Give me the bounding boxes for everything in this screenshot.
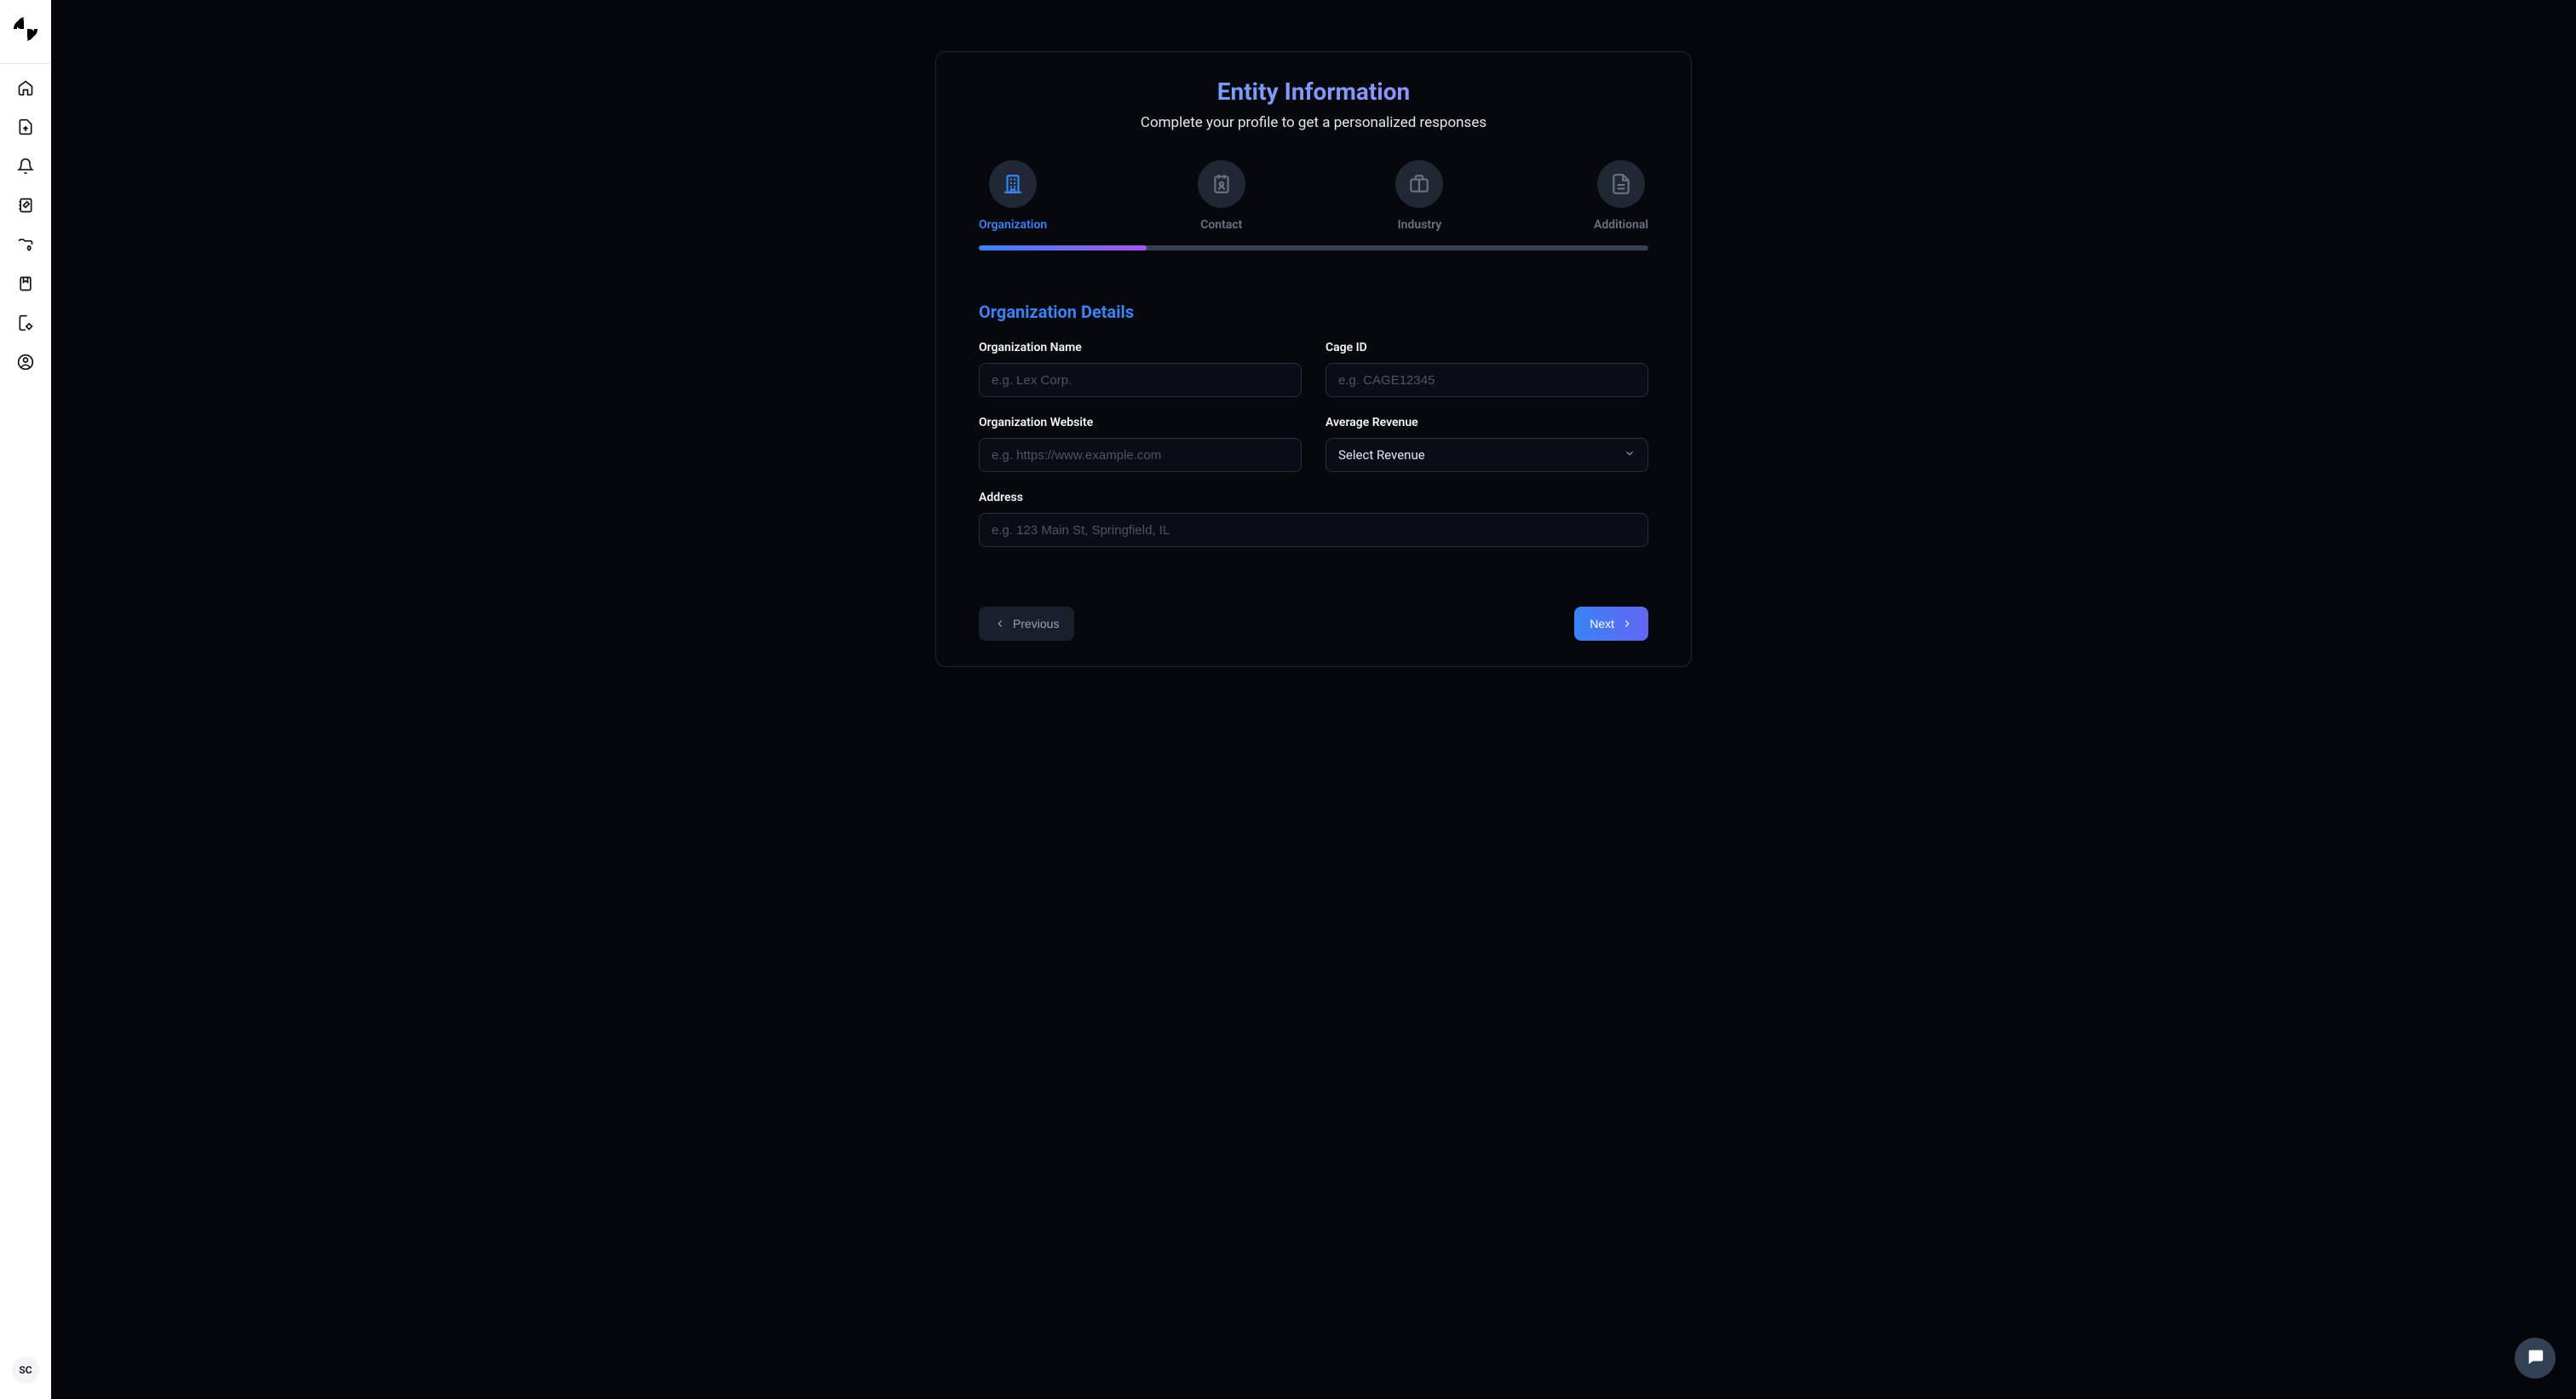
step-label: Industry [1398, 218, 1442, 232]
cage-id-label: Cage ID [1325, 341, 1648, 354]
avatar[interactable]: SC [12, 1356, 39, 1384]
home-icon[interactable] [17, 79, 34, 96]
file-gear-icon[interactable] [17, 314, 34, 331]
briefcase-icon [1395, 160, 1443, 208]
form-card: Entity Information Complete your profile… [935, 51, 1692, 667]
address-label: Address [979, 491, 1648, 504]
website-label: Organization Website [979, 416, 1302, 429]
org-name-input[interactable] [979, 363, 1302, 397]
building-icon [989, 160, 1037, 208]
next-label: Next [1590, 617, 1614, 630]
stepper: Organization Contact Industry Additional [979, 160, 1648, 232]
bell-icon[interactable] [17, 158, 34, 175]
revenue-label: Average Revenue [1325, 416, 1648, 429]
step-organization[interactable]: Organization [979, 160, 1047, 232]
chevron-left-icon [994, 618, 1006, 630]
sidebar-divider [0, 63, 51, 64]
sidebar-nav [17, 79, 34, 371]
progress-bar [979, 245, 1648, 250]
notebook-icon[interactable] [17, 197, 34, 214]
step-label: Contact [1200, 218, 1242, 232]
page-title: Entity Information [979, 78, 1648, 106]
revenue-selected: Select Revenue [1338, 447, 1425, 463]
revenue-select[interactable]: Select Revenue [1325, 438, 1648, 472]
address-input[interactable] [979, 513, 1648, 547]
sidebar: SC [0, 0, 51, 1399]
logo-icon [12, 15, 39, 43]
chevron-right-icon [1621, 618, 1633, 630]
progress-fill [979, 245, 1147, 250]
step-industry[interactable]: Industry [1395, 160, 1443, 232]
section-title: Organization Details [979, 302, 1648, 322]
org-name-label: Organization Name [979, 341, 1302, 354]
file-upload-icon[interactable] [17, 118, 34, 135]
document-icon [1597, 160, 1645, 208]
avatar-initials: SC [19, 1364, 32, 1376]
step-contact[interactable]: Contact [1198, 160, 1245, 232]
cage-id-input[interactable] [1325, 363, 1648, 397]
step-additional[interactable]: Additional [1594, 160, 1648, 232]
bookmark-icon[interactable] [17, 275, 34, 292]
step-label: Additional [1594, 218, 1648, 232]
previous-label: Previous [1013, 617, 1059, 630]
step-label: Organization [979, 218, 1047, 232]
main-content: Entity Information Complete your profile… [51, 0, 2576, 1399]
next-button[interactable]: Next [1574, 607, 1648, 641]
contact-icon [1198, 160, 1245, 208]
chevron-down-icon [1624, 447, 1636, 463]
page-subtitle: Complete your profile to get a personali… [979, 114, 1648, 131]
chat-icon [2526, 1347, 2544, 1369]
chat-fab[interactable] [2515, 1338, 2556, 1379]
profile-icon[interactable] [17, 354, 34, 371]
previous-button[interactable]: Previous [979, 607, 1074, 641]
folder-heart-icon[interactable] [17, 236, 34, 253]
website-input[interactable] [979, 438, 1302, 472]
